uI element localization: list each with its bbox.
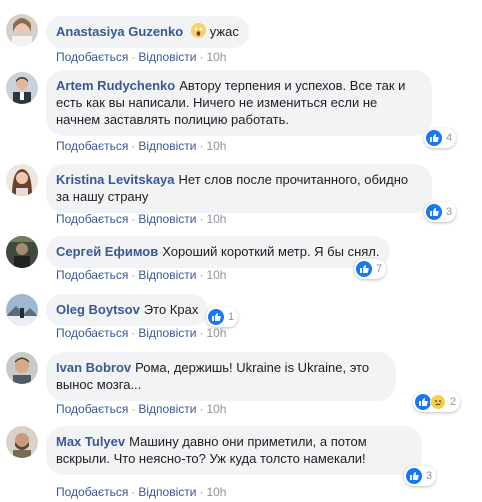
- reply-link[interactable]: Відповісти: [138, 139, 196, 153]
- comment-bubble: Oleg Boytsov Это Крах: [46, 294, 209, 326]
- comment-author[interactable]: Ivan Bobrov: [56, 360, 131, 375]
- like-link[interactable]: Подобається: [56, 139, 128, 153]
- like-reaction-icon: [356, 261, 372, 277]
- comment-text: Это Крах: [143, 302, 199, 317]
- reaction-count: 1: [228, 311, 235, 323]
- separator: ·: [131, 139, 136, 153]
- comment-bubble: Сергей Ефимов Хороший короткий метр. Я бы…: [46, 236, 390, 268]
- reaction-summary[interactable]: 2: [413, 392, 461, 412]
- separator: ·: [199, 402, 204, 416]
- reply-link[interactable]: Відповісти: [138, 402, 196, 416]
- avatar[interactable]: [6, 14, 38, 46]
- avatar[interactable]: [6, 236, 38, 268]
- comment-actions: Подобається · Відповісти · 10h: [56, 212, 226, 226]
- reaction-count: 3: [426, 470, 433, 482]
- screaming-face-emoji-icon: [190, 23, 206, 38]
- comment-actions: Подобається · Відповісти · 10h: [56, 402, 226, 416]
- like-link[interactable]: Подобається: [56, 485, 128, 499]
- avatar[interactable]: [6, 426, 38, 458]
- avatar[interactable]: [6, 72, 38, 104]
- comment-time[interactable]: 10h: [206, 485, 226, 499]
- reaction-count: 4: [446, 132, 453, 144]
- comment-text: ужас: [209, 24, 239, 39]
- comment-actions: Подобається · Відповісти · 10h: [56, 268, 226, 282]
- sad-reaction-icon: [430, 394, 446, 410]
- comment-bubble: Max Tulyev Машину давно они приметили, а …: [46, 426, 422, 475]
- avatar[interactable]: [6, 164, 38, 196]
- comment-time[interactable]: 10h: [206, 402, 226, 416]
- separator: ·: [199, 212, 204, 226]
- reaction-count: 7: [376, 263, 383, 275]
- comment-text: Хороший короткий метр. Я бы снял.: [162, 244, 380, 259]
- comment-time[interactable]: 10h: [206, 50, 226, 64]
- comment-time[interactable]: 10h: [206, 326, 226, 340]
- like-link[interactable]: Подобається: [56, 268, 128, 282]
- reply-link[interactable]: Відповісти: [138, 326, 196, 340]
- separator: ·: [199, 326, 204, 340]
- comment-time[interactable]: 10h: [206, 212, 226, 226]
- separator: ·: [131, 485, 136, 499]
- like-reaction-icon: [426, 130, 442, 146]
- comment-actions: Подобається · Відповісти · 10h: [56, 50, 226, 64]
- separator: ·: [131, 402, 136, 416]
- comment-time[interactable]: 10h: [206, 139, 226, 153]
- reaction-summary[interactable]: 1: [206, 307, 239, 327]
- like-reaction-icon: [426, 204, 442, 220]
- separator: ·: [199, 139, 204, 153]
- like-reaction-icon: [415, 394, 431, 410]
- reply-link[interactable]: Відповісти: [138, 268, 196, 282]
- like-reaction-icon: [208, 309, 224, 325]
- comment-bubble: Kristina Levitskaya Нет слов после прочит…: [46, 164, 432, 213]
- avatar[interactable]: [6, 352, 38, 384]
- reaction-count: 2: [450, 396, 457, 408]
- reaction-count: 3: [446, 206, 453, 218]
- comment-author[interactable]: Anastasiya Guzenko: [56, 24, 183, 39]
- reaction-summary[interactable]: 3: [404, 466, 437, 486]
- like-link[interactable]: Подобається: [56, 50, 128, 64]
- comment-bubble: Ivan Bobrov Рома, держишь! Ukraine is Ukr…: [46, 352, 396, 401]
- separator: ·: [199, 268, 204, 282]
- like-reaction-icon: [406, 468, 422, 484]
- comment-author[interactable]: Kristina Levitskaya: [56, 172, 175, 187]
- comment-actions: Подобається · Відповісти · 10h: [56, 326, 226, 340]
- comment-author[interactable]: Max Tulyev: [56, 434, 125, 449]
- avatar[interactable]: [6, 294, 38, 326]
- like-link[interactable]: Подобається: [56, 402, 128, 416]
- reply-link[interactable]: Відповісти: [138, 485, 196, 499]
- reply-link[interactable]: Відповісти: [138, 50, 196, 64]
- reaction-summary[interactable]: 4: [424, 128, 457, 148]
- like-link[interactable]: Подобається: [56, 212, 128, 226]
- comment-bubble: Anastasiya Guzenko ужас: [46, 16, 249, 48]
- comment-time[interactable]: 10h: [206, 268, 226, 282]
- separator: ·: [199, 50, 204, 64]
- reaction-summary[interactable]: 7: [354, 259, 387, 279]
- comment-bubble: Artem Rudychenko Автору терпения и успехо…: [46, 70, 432, 136]
- comment-author[interactable]: Сергей Ефимов: [56, 244, 158, 259]
- like-link[interactable]: Подобається: [56, 326, 128, 340]
- separator: ·: [131, 268, 136, 282]
- separator: ·: [199, 485, 204, 499]
- separator: ·: [131, 50, 136, 64]
- separator: ·: [131, 326, 136, 340]
- comment-actions: Подобається · Відповісти · 10h: [56, 139, 226, 153]
- comment-actions: Подобається · Відповісти · 10h: [56, 485, 226, 499]
- comment-author[interactable]: Artem Rudychenko: [56, 78, 175, 93]
- reply-link[interactable]: Відповісти: [138, 212, 196, 226]
- comment-author[interactable]: Oleg Boytsov: [56, 302, 140, 317]
- reaction-summary[interactable]: 3: [424, 202, 457, 222]
- separator: ·: [131, 212, 136, 226]
